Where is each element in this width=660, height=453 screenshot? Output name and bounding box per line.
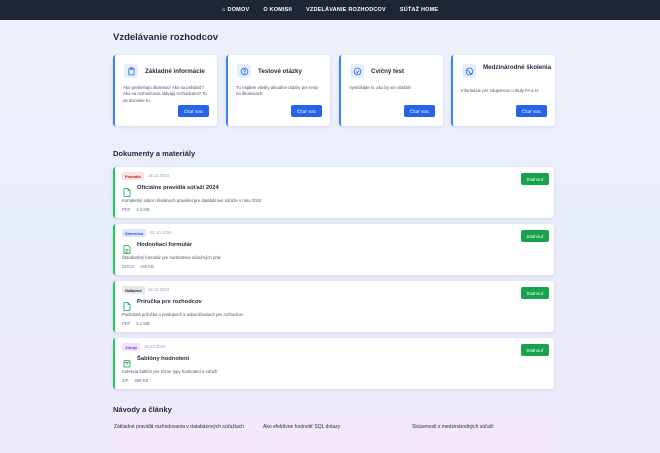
card-description: Ako prebiehajú školenia? Ako sa prihlási… <box>123 85 207 103</box>
download-button[interactable]: Stiahnuť <box>521 287 549 299</box>
document-date: 18.12.2024 <box>144 344 166 349</box>
card-basic-info: Základné informácie Ako prebiehajú škole… <box>113 55 217 126</box>
card-title: Cvičný test <box>371 68 405 75</box>
document-title: Oficiálne pravidlá súťaží 2024 <box>137 185 219 191</box>
nav-competition-label: SÚŤAŽ HOME <box>399 7 439 13</box>
file-icon <box>123 298 131 311</box>
question-icon <box>237 64 251 78</box>
guide-card[interactable]: Ako efektívne hodnotiť SQL dotazy <box>262 420 405 453</box>
document-description: Kolekcia šablón pre rôzne typy hodnotení… <box>122 369 218 374</box>
card-title: Medzinárodné školenia <box>483 64 552 71</box>
card-description: Vyskúšajte si, ako by ste obstáli! <box>349 85 411 90</box>
read-more-button[interactable]: Čítať viac <box>404 105 435 117</box>
card-description: Informácie pre záujemcov o tituly FA a I… <box>461 88 539 93</box>
nav-education-label: VZDELÁVANIE ROZHODCOV <box>306 7 386 13</box>
document-description: Podrobná príručka o postupoch a odporúča… <box>122 312 244 317</box>
document-title: Príručka pre rozhodcov <box>137 299 202 305</box>
card-practice-test: Cvičný test Vyskúšajte si, ako by ste ob… <box>339 55 443 126</box>
category-badge: Zdroje <box>122 343 141 351</box>
archive-icon <box>123 355 131 368</box>
form-icon <box>123 241 131 254</box>
guide-card[interactable]: Základné pravidlá rozhodovania v databáz… <box>113 420 256 453</box>
document-title: Hodnotiaci formulár <box>137 242 193 248</box>
card-description: Tu nájdete všetky aktuálne otázky pre te… <box>236 85 319 97</box>
nav-education[interactable]: VZDELÁVANIE ROZHODCOV <box>306 7 386 13</box>
home-icon: ⌂ <box>221 7 226 13</box>
document-size: 890 KB <box>134 378 149 383</box>
document-title: Šablóny hodnotení <box>137 356 190 362</box>
document-description: Štandardný formulár pre hodnotenie súťaž… <box>122 255 222 260</box>
card-test-questions: Testové otázky Tu nájdete všetky aktuáln… <box>226 55 330 126</box>
download-button[interactable]: Stiahnuť <box>521 230 549 242</box>
document-format: DOCX <box>122 264 135 269</box>
document-format: ZIP <box>122 378 129 383</box>
nav-about[interactable]: O KOMISII <box>263 7 292 13</box>
clipboard-icon <box>124 64 138 78</box>
check-circle-icon <box>350 64 364 78</box>
guide-title: Základné pravidlá rozhodovania v databáz… <box>114 424 245 430</box>
document-meta: PDF 5.1 MB <box>122 321 150 326</box>
globe-icon <box>462 64 476 78</box>
page-title: Vzdelávanie rozhodcov <box>113 32 219 43</box>
nav-home[interactable]: ⌂ DOMOV <box>222 7 250 13</box>
read-more-button[interactable]: Čítať viac <box>516 105 547 117</box>
read-more-button[interactable]: Čítať viac <box>291 105 322 117</box>
document-meta: ZIP 890 KB <box>122 378 148 383</box>
guide-title: Ako efektívne hodnotiť SQL dotazy <box>263 424 341 430</box>
card-title: Základné informácie <box>145 68 205 75</box>
category-badge: Pravidlá <box>122 172 144 180</box>
card-title: Testové otázky <box>258 68 302 75</box>
document-size: 2.4 MB <box>136 207 150 212</box>
download-button[interactable]: Stiahnuť <box>521 344 549 356</box>
file-icon <box>123 184 131 197</box>
document-item: Odborné 22.11.2024 Príručka pre rozhodco… <box>113 281 554 332</box>
nav-competition[interactable]: SÚŤAŽ HOME <box>400 7 438 13</box>
document-meta: PDF 2.4 MB <box>122 207 150 212</box>
document-item: Pravidlá 15.11.2024 Oficiálne pravidlá s… <box>113 167 554 218</box>
document-description: Kompletný súbor oficiálnych pravidiel pr… <box>122 198 262 203</box>
download-button[interactable]: Stiahnuť <box>521 173 549 185</box>
category-badge: Odborné <box>122 286 145 294</box>
document-item: Zdroje 18.12.2024 Šablóny hodnotení Kole… <box>113 338 554 389</box>
document-date: 01.10.2024 <box>150 230 172 235</box>
document-size: 5.1 MB <box>136 321 150 326</box>
document-date: 22.11.2024 <box>148 287 170 292</box>
guide-card[interactable]: Skúsenosti z medzinárodných súťaží <box>411 420 554 453</box>
section-title-documents: Dokumenty a materiály <box>113 149 196 158</box>
category-badge: Smernica <box>122 229 147 237</box>
section-title-guides: Návody a články <box>113 405 172 414</box>
nav-home-label: DOMOV <box>227 7 250 13</box>
read-more-button[interactable]: Čítať viac <box>178 105 209 117</box>
guide-title: Skúsenosti z medzinárodných súťaží <box>412 424 494 430</box>
card-international: Medzinárodné školenia Informácie pre záu… <box>451 55 555 126</box>
document-format: PDF <box>122 321 131 326</box>
document-size: 156 KB <box>140 264 154 269</box>
document-meta: DOCX 156 KB <box>122 264 154 269</box>
nav-about-label: O KOMISII <box>263 7 293 13</box>
top-nav: ⌂ DOMOV O KOMISII VZDELÁVANIE ROZHODCOV … <box>0 0 660 20</box>
document-format: PDF <box>122 207 131 212</box>
document-item: Smernica 01.10.2024 Hodnotiaci formulár … <box>113 224 554 275</box>
document-date: 15.11.2024 <box>148 173 170 178</box>
